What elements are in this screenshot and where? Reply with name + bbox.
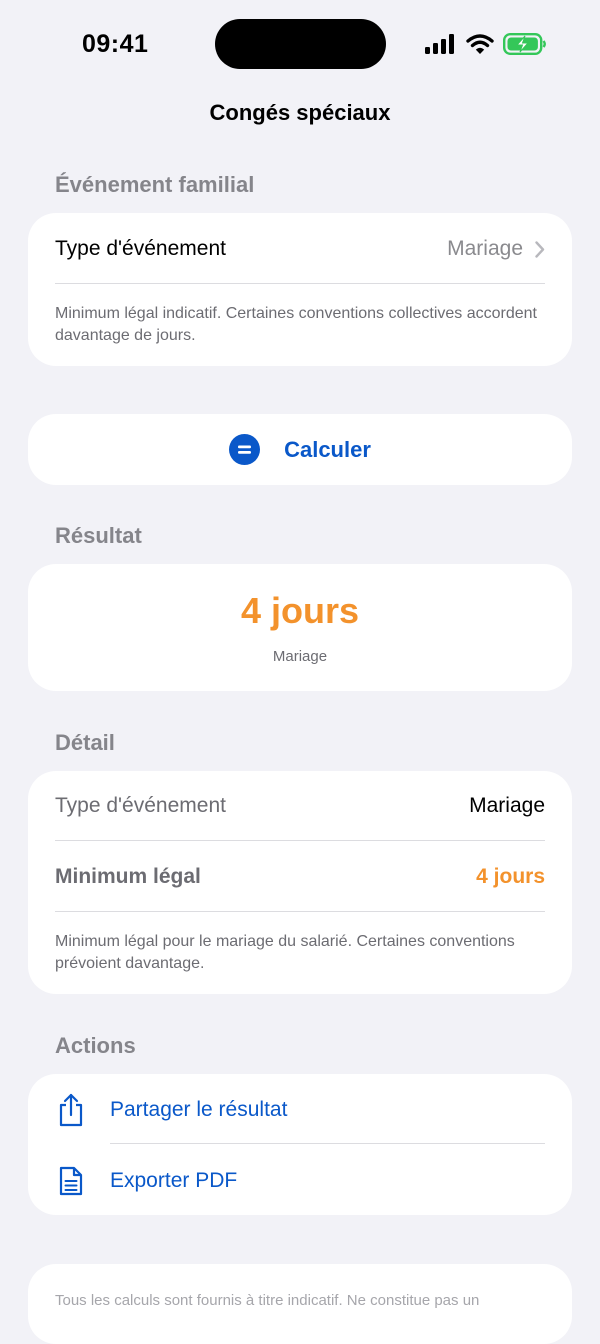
- detail-minimum-row: Minimum légal 4 jours: [55, 857, 545, 897]
- section-header-detail: Détail: [55, 730, 115, 755]
- disclaimer-card: Tous les calculs sont fournis à titre in…: [28, 1264, 572, 1344]
- actions-card: Partager le résultat Exporter PDF: [28, 1074, 572, 1215]
- share-result-button[interactable]: Partager le résultat: [55, 1089, 545, 1131]
- family-event-card: Type d'événement Mariage Minimum légal i…: [28, 213, 572, 366]
- disclaimer-text: Tous les calculs sont fournis à titre in…: [55, 1292, 480, 1309]
- divider: [110, 1143, 545, 1144]
- result-value: 4 jours: [240, 590, 360, 631]
- status-bar: 09:41: [0, 0, 600, 88]
- battery-charging-icon: [503, 33, 546, 55]
- divider: [55, 911, 545, 912]
- detail-minimum-value: 4 jours: [476, 865, 545, 888]
- export-pdf-button[interactable]: Exporter PDF: [55, 1160, 545, 1202]
- document-icon: [59, 1166, 83, 1196]
- cellular-signal-icon: [425, 34, 454, 54]
- detail-card: Type d'événement Mariage Minimum légal 4…: [28, 771, 572, 994]
- result-subtitle: Mariage: [272, 648, 328, 665]
- divider: [55, 840, 545, 841]
- status-time: 09:41: [82, 30, 149, 58]
- share-result-label: Partager le résultat: [110, 1098, 288, 1121]
- status-icons: [425, 32, 547, 56]
- wifi-icon: [466, 33, 494, 54]
- detail-minimum-label: Minimum légal: [55, 865, 201, 888]
- section-header-actions: Actions: [55, 1033, 136, 1058]
- section-header-family-event: Événement familial: [55, 172, 255, 197]
- section-header-result: Résultat: [55, 523, 142, 548]
- result-card: 4 jours Mariage: [28, 564, 572, 691]
- divider: [55, 283, 545, 284]
- detail-type-value: Mariage: [469, 794, 545, 817]
- family-event-note: Minimum légal indicatif. Certaines conve…: [55, 305, 537, 344]
- equals-circle-icon: [229, 434, 261, 465]
- share-icon: [59, 1093, 83, 1127]
- detail-type-label: Type d'événement: [55, 794, 226, 817]
- export-pdf-label: Exporter PDF: [110, 1169, 238, 1192]
- event-type-label: Type d'événement: [55, 237, 226, 260]
- event-type-value: Mariage: [447, 237, 523, 260]
- event-type-row[interactable]: Type d'événement Mariage: [55, 229, 545, 269]
- calculate-label: Calculer: [284, 436, 371, 462]
- detail-type-row: Type d'événement Mariage: [55, 786, 545, 826]
- calculate-button[interactable]: Calculer: [28, 414, 572, 485]
- dynamic-island: [215, 19, 386, 69]
- navigation-title: Congés spéciaux: [209, 100, 391, 125]
- detail-note: Minimum légal pour le mariage du salarié…: [55, 933, 515, 972]
- chevron-right-icon: [535, 240, 545, 258]
